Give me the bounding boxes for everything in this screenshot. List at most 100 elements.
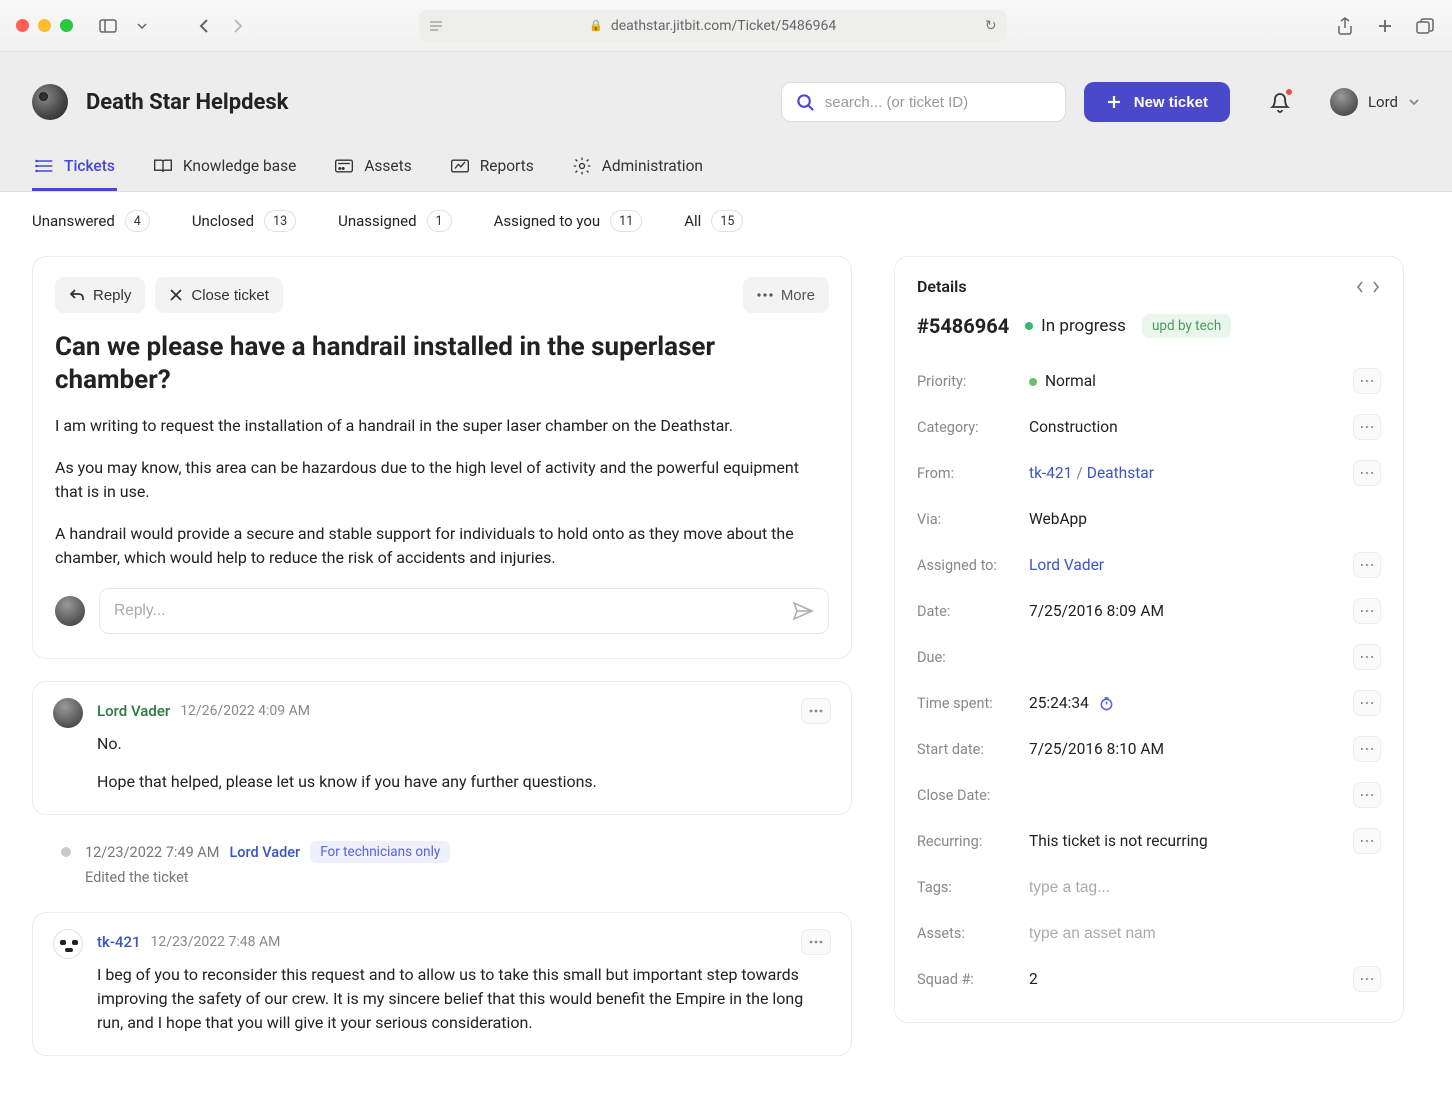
field-start-date: Start date: 7/25/2016 8:10 AM ⋯ (917, 726, 1381, 772)
button-label: More (781, 287, 815, 304)
maximize-window-icon[interactable] (60, 19, 73, 32)
tab-knowledge-base[interactable]: Knowledge base (151, 144, 298, 191)
from-org-link[interactable]: Deathstar (1087, 464, 1154, 482)
browser-chrome: 🔒 deathstar.jitbit.com/Ticket/5486964 ↻ (0, 0, 1452, 52)
notification-dot-icon (1285, 88, 1293, 96)
activity-log-entry: 12/23/2022 7:49 AM Lord Vader For techni… (32, 837, 852, 890)
field-label: Squad #: (917, 971, 1029, 988)
comment-author[interactable]: tk-421 (97, 933, 141, 951)
address-bar[interactable]: 🔒 deathstar.jitbit.com/Ticket/5486964 ↻ (419, 10, 1007, 42)
tabs-icon[interactable] (1414, 15, 1436, 37)
log-author[interactable]: Lord Vader (229, 844, 300, 861)
comment-more-button[interactable] (801, 929, 831, 955)
search-input[interactable] (781, 82, 1066, 122)
comment-more-button[interactable] (801, 698, 831, 724)
tickets-icon (34, 156, 54, 176)
tab-label: Tickets (64, 157, 115, 175)
notifications-button[interactable] (1268, 90, 1292, 114)
user-menu-button[interactable]: Lord (1330, 88, 1420, 116)
field-menu-button[interactable]: ⋯ (1353, 782, 1381, 808)
app-header: Death Star Helpdesk New ticket Lord (0, 52, 1452, 192)
dots-icon (809, 940, 823, 944)
field-label: Assets: (917, 925, 1029, 942)
dots-icon (809, 709, 823, 713)
new-ticket-label: New ticket (1134, 94, 1208, 111)
field-menu-button[interactable]: ⋯ (1353, 828, 1381, 854)
field-date: Date: 7/25/2016 8:09 AM ⋯ (917, 588, 1381, 634)
refresh-icon[interactable]: ↻ (985, 18, 997, 34)
next-ticket-button[interactable] (1371, 280, 1381, 294)
ticket-title: Can we please have a handrail installed … (55, 331, 829, 396)
reports-icon (450, 156, 470, 176)
field-menu-button[interactable]: ⋯ (1353, 552, 1381, 578)
minimize-window-icon[interactable] (38, 19, 51, 32)
tags-input[interactable] (1029, 879, 1381, 897)
chevron-down-icon[interactable] (131, 15, 153, 37)
sidebar-toggle-icon[interactable] (97, 15, 119, 37)
avatar (53, 929, 83, 959)
field-menu-button[interactable]: ⋯ (1353, 598, 1381, 624)
reply-button[interactable]: Reply (55, 277, 145, 313)
ticket-paragraph: I am writing to request the installation… (55, 414, 829, 438)
field-squad: Squad #: 2 ⋯ (917, 956, 1381, 1002)
assigned-to-link[interactable]: Lord Vader (1029, 556, 1353, 574)
close-window-icon[interactable] (16, 19, 29, 32)
filter-unassigned[interactable]: Unassigned 1 (338, 210, 451, 232)
main-nav: Tickets Knowledge base Assets Reports Ad… (32, 144, 1420, 191)
field-value: 7/25/2016 8:09 AM (1029, 602, 1353, 620)
field-close-date: Close Date: ⋯ (917, 772, 1381, 818)
filter-assigned-to-you[interactable]: Assigned to you 11 (494, 210, 643, 232)
reply-field[interactable] (114, 602, 792, 620)
chevron-down-icon (1408, 98, 1420, 106)
filter-unanswered[interactable]: Unanswered 4 (32, 210, 150, 232)
field-value: This ticket is not recurring (1029, 832, 1353, 850)
tab-tickets[interactable]: Tickets (32, 144, 117, 191)
new-ticket-button[interactable]: New ticket (1084, 82, 1230, 122)
count-badge: 15 (711, 210, 743, 232)
field-menu-button[interactable]: ⋯ (1353, 690, 1381, 716)
field-menu-button[interactable]: ⋯ (1353, 736, 1381, 762)
more-button[interactable]: More (743, 277, 829, 313)
timer-icon[interactable] (1099, 696, 1114, 711)
back-button[interactable] (193, 15, 215, 37)
window-controls (16, 19, 73, 32)
count-badge: 13 (264, 210, 296, 232)
search-field[interactable] (825, 94, 1051, 111)
tab-assets[interactable]: Assets (332, 144, 413, 191)
comment-author[interactable]: Lord Vader (97, 702, 170, 720)
field-menu-button[interactable]: ⋯ (1353, 414, 1381, 440)
field-menu-button[interactable]: ⋯ (1353, 644, 1381, 670)
prev-ticket-button[interactable] (1355, 280, 1365, 294)
button-label: Close ticket (191, 287, 269, 304)
filter-all[interactable]: All 15 (684, 210, 743, 232)
field-value: Construction (1029, 418, 1353, 436)
tab-reports[interactable]: Reports (448, 144, 536, 191)
field-menu-button[interactable]: ⋯ (1353, 368, 1381, 394)
reply-input[interactable] (99, 588, 829, 634)
tab-administration[interactable]: Administration (570, 144, 705, 191)
from-user-link[interactable]: tk-421 (1029, 464, 1072, 482)
button-label: Reply (93, 287, 131, 304)
field-menu-button[interactable]: ⋯ (1353, 966, 1381, 992)
filter-bar: Unanswered 4 Unclosed 13 Unassigned 1 As… (0, 192, 1452, 250)
field-assets: Assets: (917, 910, 1381, 956)
field-label: Date: (917, 603, 1029, 620)
reader-icon[interactable] (429, 20, 443, 32)
comment-timestamp: 12/26/2022 4:09 AM (180, 703, 310, 719)
share-icon[interactable] (1334, 15, 1356, 37)
field-recurring: Recurring: This ticket is not recurring … (917, 818, 1381, 864)
field-value: 7/25/2016 8:10 AM (1029, 740, 1353, 758)
lock-icon: 🔒 (589, 19, 603, 32)
field-label: Recurring: (917, 833, 1029, 850)
filter-unclosed[interactable]: Unclosed 13 (192, 210, 296, 232)
new-tab-icon[interactable] (1374, 15, 1396, 37)
send-icon[interactable] (792, 601, 814, 621)
field-menu-button[interactable]: ⋯ (1353, 460, 1381, 486)
assets-input[interactable] (1029, 925, 1381, 943)
field-label: Time spent: (917, 695, 1029, 712)
reply-arrow-icon (69, 288, 85, 302)
tab-label: Administration (602, 157, 703, 175)
field-value: 25:24:34 (1029, 694, 1089, 712)
user-name: Lord (1368, 93, 1398, 111)
close-ticket-button[interactable]: Close ticket (155, 277, 283, 313)
